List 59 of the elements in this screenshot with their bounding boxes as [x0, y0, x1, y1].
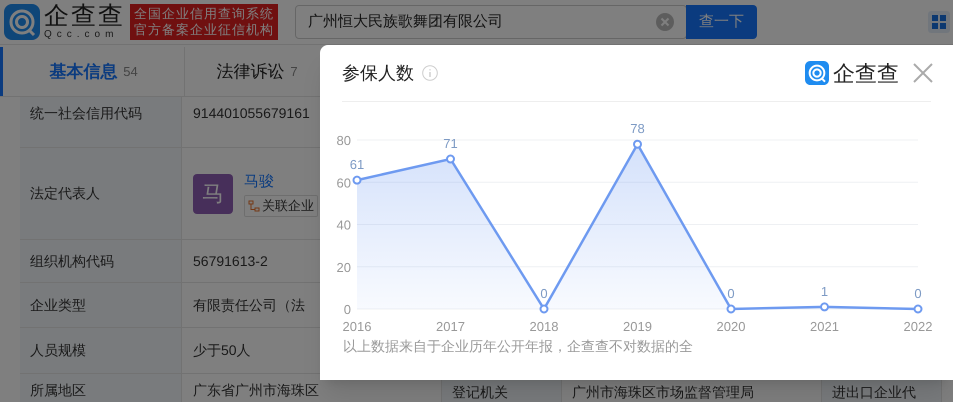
field-label: 法定代表人: [30, 184, 100, 203]
logo-icon: [805, 61, 829, 85]
field-label: 企业类型: [30, 296, 86, 314]
network-icon: [248, 200, 260, 212]
data-point: [446, 154, 455, 164]
brand-name: 企查查: [833, 60, 899, 88]
search-field[interactable]: 广州恒大民族歌舞团有限公司: [295, 5, 687, 39]
info-icon[interactable]: [422, 65, 438, 81]
field-value: 广东省广州市海珠区: [193, 381, 319, 400]
data-label: 1: [820, 284, 828, 299]
field-label: 组织机构代码: [30, 252, 114, 270]
x-tick-label: 2016: [342, 319, 372, 334]
field-value: 少于50人: [193, 341, 251, 360]
y-tick-label: 60: [336, 175, 351, 190]
field-label: 人员规模: [30, 341, 86, 360]
field-label: 登记机关: [452, 384, 508, 400]
clear-icon[interactable]: [656, 13, 674, 31]
data-point: [352, 176, 362, 185]
data-point: [540, 304, 548, 314]
grid-icon[interactable]: [928, 11, 950, 33]
modal-title: 参保人数: [342, 62, 414, 84]
y-tick-label: 20: [336, 260, 351, 275]
y-tick-label: 40: [336, 218, 351, 232]
data-point: [726, 304, 736, 314]
close-icon[interactable]: [913, 63, 933, 83]
avatar: 马: [193, 174, 233, 214]
x-tick-label: 2021: [810, 319, 839, 334]
field-value: 56791613-2: [193, 252, 268, 270]
y-tick-label: 0: [344, 302, 351, 317]
person-link[interactable]: 马骏: [244, 170, 318, 193]
data-point: [820, 302, 829, 312]
slogan-line: 全国企业信用查询系统: [134, 6, 274, 22]
field-label: 进出口企业代: [832, 384, 916, 400]
data-label: 0: [540, 286, 548, 301]
data-point: [633, 140, 642, 149]
slogan-line: 官方备案企业征信机构: [134, 22, 274, 38]
data-label: 71: [443, 136, 458, 151]
x-tick-label: 2017: [436, 319, 465, 334]
logo-icon: [4, 4, 40, 40]
field-label: 统一社会信用代码: [30, 104, 142, 123]
field-value: 有限责任公司（法: [193, 296, 305, 314]
related-companies-tag[interactable]: 关联企业: [244, 195, 318, 216]
y-tick-label: 80: [336, 133, 351, 148]
data-label: 0: [914, 286, 922, 301]
logo-subtext: Qcc.com: [44, 30, 120, 40]
data-source-note: 以上数据来自于企业历年公开年报，企查查不对数据的全: [343, 337, 694, 356]
x-tick-label: 2019: [623, 319, 652, 334]
search-button[interactable]: 查一下: [686, 5, 757, 39]
data-point: [914, 304, 922, 314]
logo-text: 企查查: [44, 4, 125, 29]
field-value: 914401055679161: [193, 104, 310, 123]
x-tick-label: 2022: [904, 319, 932, 334]
data-label: 61: [350, 157, 364, 172]
field-label: 所属地区: [30, 381, 86, 400]
x-tick-label: 2018: [530, 319, 558, 334]
data-label: 78: [630, 124, 645, 136]
data-label: 0: [727, 286, 735, 301]
field-value: 广州市海珠区市场监督管理局: [572, 384, 754, 400]
x-tick-label: 2020: [716, 319, 746, 334]
